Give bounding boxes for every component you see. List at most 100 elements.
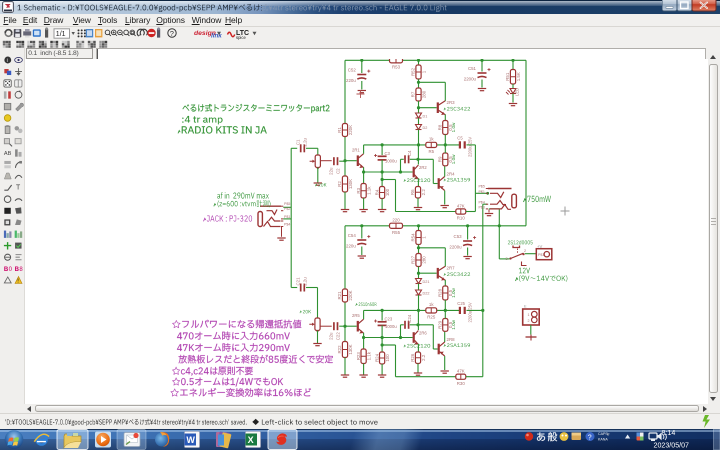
svg-text:C2: C2	[336, 168, 341, 174]
svg-text:130K: 130K	[348, 179, 353, 189]
svg-text:1000u: 1000u	[385, 324, 397, 329]
svg-text:LED: LED	[515, 88, 520, 96]
svg-text:2200u: 2200u	[449, 245, 462, 250]
svg-text:2R5: 2R5	[352, 313, 360, 318]
svg-text:R10: R10	[457, 216, 466, 221]
svg-text:1.0w: 1.0w	[451, 287, 456, 297]
svg-text:220: 220	[392, 218, 400, 223]
svg-text:P$1: P$1	[479, 190, 485, 194]
svg-text:R5: R5	[428, 149, 434, 154]
svg-text:R53: R53	[392, 65, 401, 70]
svg-text:47K: 47K	[457, 369, 465, 374]
svg-text:22u: 22u	[329, 332, 334, 340]
svg-text:C1: C1	[296, 139, 301, 145]
svg-text:D22: D22	[423, 292, 430, 296]
svg-text:1.1k: 1.1k	[366, 351, 371, 360]
svg-text:R26: R26	[410, 353, 415, 362]
svg-text:2R2: 2R2	[419, 165, 427, 170]
svg-text:2R3: 2R3	[447, 100, 456, 105]
svg-text:link: link	[211, 33, 222, 40]
svg-text:+V: +V	[537, 244, 542, 249]
svg-text:R21: R21	[337, 291, 342, 300]
svg-text:220K: 220K	[348, 125, 353, 135]
svg-text:2R6: 2R6	[419, 331, 427, 336]
svg-text:R28: R28	[438, 288, 443, 297]
svg-text:220u: 220u	[346, 244, 356, 249]
svg-text:R30: R30	[457, 381, 466, 386]
svg-text:22u: 22u	[329, 167, 334, 175]
svg-text:C23: C23	[385, 317, 393, 322]
svg-text:D21: D21	[423, 280, 430, 284]
svg-text:280: 280	[421, 256, 426, 264]
svg-text:#: #	[607, 432, 610, 437]
svg-text:8: 8	[19, 266, 23, 272]
svg-text:220K: 220K	[348, 290, 353, 300]
svg-text:C4: C4	[407, 150, 412, 156]
svg-text:W: W	[186, 435, 195, 445]
svg-text:C5: C5	[457, 135, 463, 140]
svg-text:E: E	[524, 305, 527, 309]
svg-text:R51: R51	[505, 72, 510, 81]
svg-text:P$1: P$1	[538, 253, 544, 257]
svg-text:R23: R23	[356, 352, 361, 361]
svg-text:R1: R1	[337, 127, 342, 133]
svg-text:2.2: 2.2	[421, 189, 426, 196]
svg-text:1.5K: 1.5K	[516, 72, 521, 81]
svg-text:R25: R25	[427, 315, 436, 320]
svg-text:R22: R22	[337, 345, 342, 354]
svg-text:i: i	[7, 58, 8, 64]
svg-text:R52: R52	[411, 67, 416, 76]
svg-text:2200u/25V: 2200u/25V	[467, 302, 472, 322]
svg-text:P$4: P$4	[479, 201, 485, 205]
svg-text:R3: R3	[356, 187, 361, 193]
svg-text:T: T	[16, 184, 21, 191]
svg-text:R4: R4	[374, 189, 379, 195]
svg-text:1k: 1k	[429, 302, 434, 307]
svg-text:47K: 47K	[457, 203, 465, 208]
svg-text:R24: R24	[374, 353, 379, 362]
svg-text:X: X	[248, 435, 254, 445]
svg-text:D1: D1	[423, 115, 428, 119]
svg-text:3: 3	[506, 257, 508, 261]
svg-text:R9: R9	[438, 156, 443, 162]
svg-text:2200u/25V: 2200u/25V	[467, 137, 472, 157]
svg-text:C51: C51	[468, 66, 477, 71]
svg-text:R27: R27	[411, 255, 416, 264]
svg-text:1.0w: 1.0w	[451, 154, 456, 164]
svg-text:C22: C22	[336, 332, 341, 341]
svg-text:1.0w: 1.0w	[451, 319, 456, 329]
svg-text:2: 2	[524, 249, 526, 253]
svg-text:130K: 130K	[348, 344, 353, 354]
svg-text:2.2: 2.2	[421, 354, 426, 361]
svg-text:C54: C54	[348, 233, 357, 238]
svg-text:0: 0	[9, 266, 13, 272]
svg-text:P$5: P$5	[284, 202, 290, 206]
svg-text:R29: R29	[438, 320, 443, 329]
svg-text:R7: R7	[411, 91, 416, 97]
svg-text:R6: R6	[410, 189, 415, 195]
svg-text:P$1: P$1	[284, 215, 290, 219]
svg-text:1k: 1k	[429, 137, 434, 142]
svg-text:220u: 220u	[346, 78, 356, 83]
svg-text:2R1: 2R1	[352, 148, 360, 153]
svg-text:D2: D2	[423, 126, 428, 130]
svg-text:C52: C52	[348, 68, 357, 73]
svg-text:2: 2	[528, 319, 530, 323]
svg-text:100: 100	[385, 188, 390, 196]
svg-text:1: 1	[528, 313, 530, 317]
svg-text:1: 1	[421, 70, 426, 73]
svg-text:R55: R55	[392, 230, 401, 235]
svg-text:2R4: 2R4	[447, 172, 456, 177]
svg-text:P$2: P$2	[284, 207, 290, 211]
svg-text:280: 280	[421, 90, 426, 98]
svg-text:R8: R8	[438, 124, 443, 130]
svg-text:2023/05/07: 2023/05/07	[654, 441, 690, 449]
svg-text:1000u: 1000u	[385, 159, 397, 164]
svg-text:P$4: P$4	[284, 223, 290, 227]
svg-text:C24: C24	[407, 314, 412, 323]
svg-text:R54: R54	[411, 233, 416, 242]
svg-text:?: ?	[170, 29, 174, 38]
svg-text:C53: C53	[454, 234, 463, 239]
svg-text:2R7: 2R7	[447, 266, 456, 271]
svg-text:1/1: 1/1	[56, 31, 66, 38]
